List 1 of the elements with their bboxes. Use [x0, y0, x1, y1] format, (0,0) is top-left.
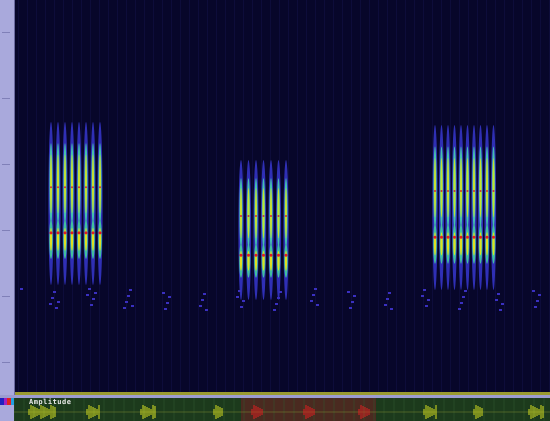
color-scale-icon	[0, 398, 14, 405]
